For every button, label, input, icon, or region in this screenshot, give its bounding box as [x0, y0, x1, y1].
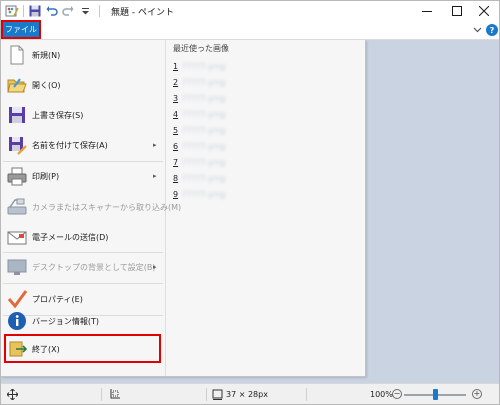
menu-item-print[interactable]: 印刷(P) ▸ [1, 161, 165, 191]
recent-item-name: ?????.png [182, 158, 226, 167]
recent-item[interactable]: 5 ?????.png [173, 124, 226, 137]
ribbon-collapse-button[interactable] [473, 25, 482, 37]
recent-item[interactable]: 3 ?????.png [173, 92, 226, 105]
chevron-down-icon [473, 27, 482, 33]
submenu-arrow-icon: ▸ [153, 141, 157, 149]
menu-item-label: バージョン情報(T) [32, 317, 99, 326]
open-folder-icon [7, 78, 27, 93]
menu-item-set-desktop-background[interactable]: デスクトップの背景として設定(B) ▸ [1, 252, 165, 282]
zoom-in-button[interactable]: + [472, 389, 482, 399]
recent-item-number: 8 [173, 174, 179, 183]
recent-item-number: 2 [173, 78, 179, 87]
minimize-icon [422, 11, 432, 12]
exit-highlight-frame [4, 334, 161, 363]
title-separator [99, 5, 100, 17]
desktop-background-icon [7, 259, 27, 275]
zoom-out-button[interactable]: − [392, 389, 402, 399]
save-as-icon [9, 137, 27, 155]
recent-item-number: 9 [173, 190, 179, 199]
recent-item[interactable]: 4 ?????.png [173, 108, 226, 121]
cursor-position-icon [7, 389, 18, 400]
recent-item-name: ?????.png [182, 126, 226, 135]
menu-item-about[interactable]: バージョン情報(T) [1, 306, 165, 336]
menu-item-label: 新規(N) [32, 51, 61, 60]
printer-icon [7, 167, 27, 186]
zoom-level-text: 100% [370, 390, 393, 399]
paint-app-icon[interactable] [4, 4, 20, 18]
menu-item-label: 印刷(P) [32, 172, 60, 181]
window-title: 無題 - ペイント [111, 8, 174, 18]
menu-item-save-as[interactable]: 名前を付けて保存(A) ▸ [1, 130, 165, 160]
redo-icon[interactable] [61, 4, 75, 18]
title-separator [23, 5, 24, 17]
image-size-icon [212, 389, 223, 400]
ribbon-tab-row: ファイル ? [1, 21, 499, 40]
title-bar: 無題 - ペイント [1, 1, 499, 21]
status-separator [101, 388, 102, 401]
menu-item-scanner[interactable]: カメラまたはスキャナーから取り込み(M) [1, 192, 181, 222]
recent-item-number: 6 [173, 142, 179, 151]
recent-item-number: 7 [173, 158, 179, 167]
menu-item-label: 上書き保存(S) [32, 111, 84, 120]
recent-item[interactable]: 2 ?????.png [173, 76, 226, 89]
recent-item-name: ?????.png [182, 190, 226, 199]
new-document-icon [10, 45, 24, 65]
recent-item-number: 3 [173, 94, 179, 103]
help-button[interactable]: ? [486, 24, 498, 36]
status-separator [306, 388, 307, 401]
scanner-icon [7, 198, 27, 215]
customize-quick-access-icon[interactable] [79, 4, 91, 18]
submenu-arrow-icon: ▸ [153, 172, 157, 180]
menu-item-send-email[interactable]: 電子メールの送信(D) [1, 222, 165, 252]
recent-item[interactable]: 8 ?????.png [173, 172, 226, 185]
recent-item-name: ?????.png [182, 142, 226, 151]
menu-item-label: 開く(O) [32, 81, 61, 90]
submenu-arrow-icon: ▸ [153, 263, 157, 271]
image-size-text: 37 × 28px [226, 390, 268, 399]
recent-item-name: ?????.png [182, 78, 226, 87]
recent-item-number: 1 [173, 62, 179, 71]
status-bar: 37 × 28px 100% − + [1, 383, 499, 404]
file-tab[interactable]: ファイル [3, 22, 39, 37]
zoom-slider-thumb[interactable] [433, 389, 438, 400]
undo-icon[interactable] [45, 4, 59, 18]
menu-item-new[interactable]: 新規(N) [1, 40, 165, 70]
maximize-button[interactable] [442, 1, 472, 21]
recent-item-number: 4 [173, 110, 179, 119]
recent-item-name: ?????.png [182, 94, 226, 103]
recent-item-name: ?????.png [182, 62, 226, 71]
file-menu-commands: 新規(N) 開く(O) 上書き保存(S) 名前を付けて保存(A) ▸ 印刷(P)… [1, 40, 181, 376]
menu-item-label: カメラまたはスキャナーから取り込み(M) [32, 203, 182, 212]
maximize-icon [452, 6, 462, 16]
close-icon [479, 6, 489, 16]
menu-item-label: プロパティ(E) [32, 295, 83, 304]
email-icon [7, 231, 27, 245]
recent-item[interactable]: 7 ?????.png [173, 156, 226, 169]
menu-item-label: 名前を付けて保存(A) [32, 141, 108, 150]
menu-item-open[interactable]: 開く(O) [1, 70, 165, 100]
recent-item-name: ?????.png [182, 110, 226, 119]
recent-item[interactable]: 1 ?????.png [173, 60, 226, 73]
close-button[interactable] [469, 1, 499, 21]
recent-item-number: 5 [173, 126, 179, 135]
recent-item[interactable]: 9 ?????.png [173, 188, 226, 201]
quick-save-icon[interactable] [28, 4, 42, 18]
status-separator [206, 388, 207, 401]
file-menu: 新規(N) 開く(O) 上書き保存(S) 名前を付けて保存(A) ▸ 印刷(P)… [1, 40, 366, 377]
recent-images-title: 最近使った画像 [173, 44, 229, 53]
menu-item-label: デスクトップの背景として設定(B) [32, 263, 156, 272]
recent-item-name: ?????.png [182, 174, 226, 183]
menu-item-save[interactable]: 上書き保存(S) [1, 100, 165, 130]
paint-window: 無題 - ペイント ファイル ? 新規(N) 開く(O) 上書き保存(S) 名前… [0, 0, 500, 405]
recent-item[interactable]: 6 ?????.png [173, 140, 226, 153]
selection-size-icon [110, 389, 120, 399]
info-icon [8, 312, 26, 330]
menu-item-label: 電子メールの送信(D) [32, 233, 109, 242]
minimize-button[interactable] [412, 1, 442, 21]
save-icon [9, 107, 25, 123]
